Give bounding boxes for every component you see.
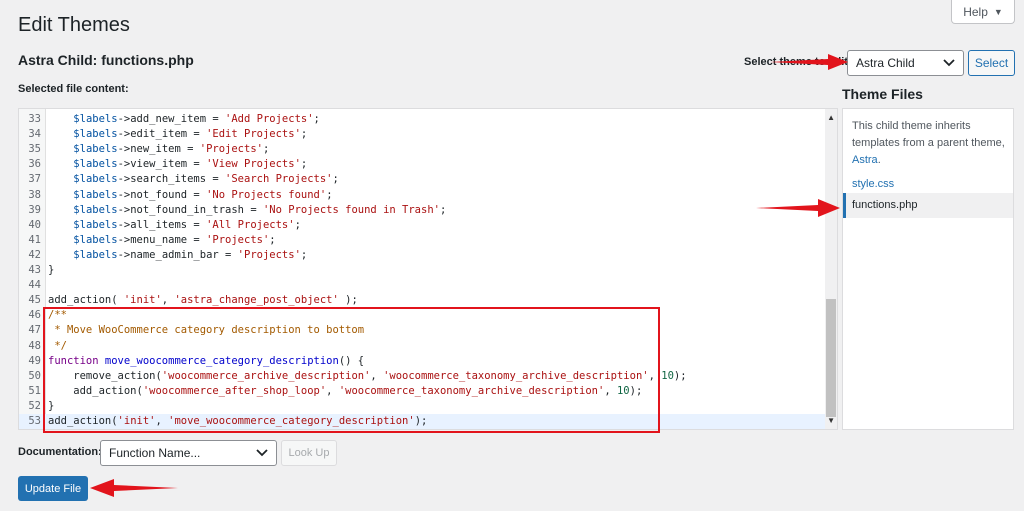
code-line[interactable]: 39 $labels->not_found_in_trash = 'No Pro… (19, 203, 827, 218)
chevron-down-icon (256, 449, 268, 457)
caret-down-icon: ▼ (993, 6, 1003, 17)
line-number: 50 (28, 369, 41, 382)
page-title: Edit Themes (18, 14, 130, 36)
child-theme-note: This child theme inherits templates from… (852, 118, 1007, 169)
child-theme-note-suffix: . (877, 154, 881, 166)
code-line[interactable]: 41 $labels->menu_name = 'Projects'; (19, 233, 827, 248)
line-number: 47 (28, 324, 41, 337)
scroll-thumb[interactable] (826, 299, 836, 417)
file-link-style-css[interactable]: style.css (852, 178, 894, 190)
code-text: $labels->not_found = 'No Projects found'… (73, 188, 333, 201)
code-line[interactable]: 40 $labels->all_items = 'All Projects'; (19, 218, 827, 233)
line-number: 43 (28, 264, 41, 276)
code-line[interactable]: 33 $labels->add_new_item = 'Add Projects… (19, 112, 827, 127)
annotation-arrow-icon (756, 199, 840, 217)
line-number: 51 (28, 384, 41, 397)
line-number: 42 (28, 248, 41, 261)
code-text: $labels->not_found_in_trash = 'No Projec… (73, 203, 447, 216)
line-number: 38 (28, 188, 41, 201)
line-number: 41 (28, 233, 41, 246)
line-number: 37 (28, 173, 41, 186)
line-number: 35 (28, 143, 41, 156)
code-line[interactable]: 37 $labels->search_items = 'Search Proje… (19, 172, 827, 187)
documentation-select-value: Function Name... (109, 446, 201, 460)
help-label: Help (963, 4, 988, 19)
code-line[interactable]: 44 (19, 278, 827, 293)
help-button[interactable]: Help ▼ (951, 0, 1015, 24)
code-text: $labels->new_item = 'Projects'; (73, 143, 270, 156)
code-line[interactable]: 36 $labels->view_item = 'View Projects'; (19, 157, 827, 172)
selected-file-label: Selected file content: (18, 83, 129, 95)
line-number: 53 (28, 415, 41, 427)
code-line[interactable]: 42 $labels->name_admin_bar = 'Projects'; (19, 248, 827, 263)
code-text: $labels->add_new_item = 'Add Projects'; (73, 113, 320, 125)
code-text: $labels->all_items = 'All Projects'; (73, 218, 301, 231)
code-text: $labels->edit_item = 'Edit Projects'; (73, 128, 308, 141)
update-file-button[interactable]: Update File (18, 476, 88, 501)
code-line[interactable]: 34 $labels->edit_item = 'Edit Projects'; (19, 127, 827, 142)
line-number: 52 (28, 399, 41, 412)
line-number: 46 (28, 309, 41, 322)
file-link-functions-php[interactable]: functions.php (852, 199, 917, 211)
theme-select[interactable]: Astra Child (847, 50, 964, 76)
theme-select-value: Astra Child (856, 56, 915, 70)
line-number: 48 (28, 339, 41, 352)
parent-theme-link[interactable]: Astra (852, 154, 878, 166)
scroll-down-icon[interactable]: ▼ (827, 416, 835, 425)
child-theme-note-text: This child theme inherits templates from… (852, 120, 1005, 149)
code-text: add_action( 'init', 'astra_change_post_o… (48, 294, 358, 307)
line-number: 40 (28, 218, 41, 231)
code-line[interactable]: 45 add_action( 'init', 'astra_change_post… (19, 293, 827, 308)
documentation-select[interactable]: Function Name... (100, 440, 277, 466)
chevron-down-icon (943, 59, 955, 67)
code-line[interactable]: 38 $labels->not_found = 'No Projects fou… (19, 188, 827, 203)
lookup-button[interactable]: Look Up (281, 440, 337, 466)
documentation-label: Documentation: (18, 446, 102, 458)
line-number: 39 (28, 203, 41, 216)
code-line[interactable]: 35 $labels->new_item = 'Projects'; (19, 142, 827, 157)
scroll-up-icon[interactable]: ▲ (827, 113, 835, 122)
annotation-arrow-icon (90, 479, 178, 497)
code-line[interactable]: 43} (19, 263, 827, 278)
line-number: 49 (28, 354, 41, 367)
code-text: $labels->view_item = 'View Projects'; (73, 158, 308, 171)
line-number: 44 (28, 279, 41, 292)
code-text: $labels->name_admin_bar = 'Projects'; (73, 248, 308, 261)
theme-files-title: Theme Files (842, 86, 923, 102)
line-number: 33 (28, 113, 41, 125)
line-number: 34 (28, 128, 41, 141)
line-number: 45 (28, 294, 41, 307)
select-theme-button[interactable]: Select (968, 50, 1015, 76)
annotation-highlight-box (43, 307, 660, 433)
code-text: $labels->menu_name = 'Projects'; (73, 233, 276, 246)
editor-scrollbar[interactable]: ▲ ▼ (825, 109, 837, 429)
line-number: 36 (28, 158, 41, 171)
file-title: Astra Child: functions.php (18, 52, 194, 68)
code-text: } (48, 264, 55, 276)
annotation-arrow-icon (770, 54, 848, 70)
code-text: $labels->search_items = 'Search Projects… (73, 173, 339, 186)
